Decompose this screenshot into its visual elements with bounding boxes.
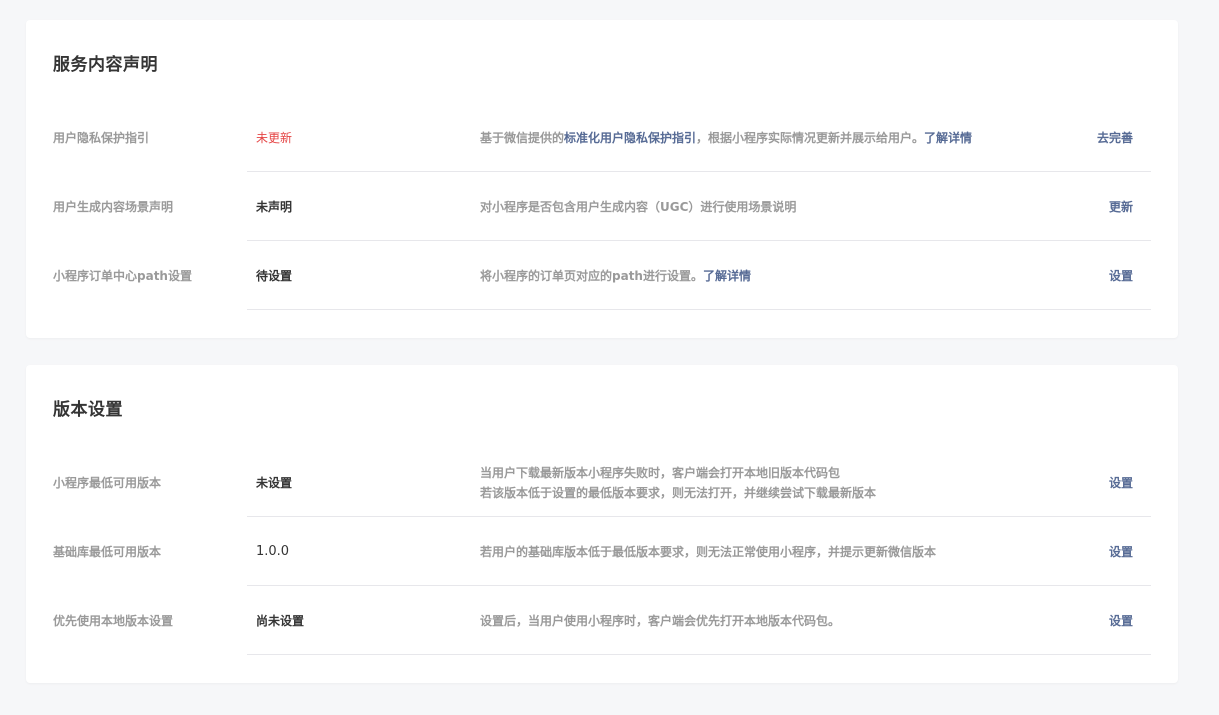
service-content-card: 服务内容声明 用户隐私保护指引 未更新 基于微信提供的标准化用户隐私保护指引，根… [26,20,1178,338]
version-settings-card: 版本设置 小程序最低可用版本 未设置 当用户下载最新版本小程序失败时，客户端会打… [26,365,1178,683]
base-library-set-button[interactable]: 设置 [1109,542,1133,562]
local-version-row: 优先使用本地版本设置 尚未设置 设置后，当用户使用小程序时，客户端会优先打开本地… [26,586,1178,655]
privacy-guide-desc-before: 基于微信提供的 [480,130,565,145]
order-path-set-button[interactable]: 设置 [1109,266,1133,286]
privacy-guide-label: 用户隐私保护指引 [53,130,150,145]
order-path-status: 待设置 [256,268,293,283]
local-version-set-button[interactable]: 设置 [1109,611,1133,631]
privacy-standard-link[interactable]: 标准化用户隐私保护指引 [564,131,696,145]
ugc-declaration-label: 用户生成内容场景声明 [53,199,174,214]
privacy-guide-row: 用户隐私保护指引 未更新 基于微信提供的标准化用户隐私保护指引，根据小程序实际情… [26,103,1178,172]
ugc-declaration-status: 未声明 [256,199,293,214]
ugc-update-button[interactable]: 更新 [1109,197,1133,217]
min-version-desc: 当用户下载最新版本小程序失败时，客户端会打开本地旧版本代码包 若该版本低于设置的… [480,463,876,503]
row-divider [247,309,1151,310]
local-version-label: 优先使用本地版本设置 [53,613,174,628]
order-path-desc-text: 将小程序的订单页对应的path进行设置。 [480,268,703,283]
order-path-learn-more-link[interactable]: 了解详情 [703,269,751,283]
local-version-status: 尚未设置 [256,613,305,628]
service-content-title: 服务内容声明 [53,55,158,75]
privacy-complete-button[interactable]: 去完善 [1097,128,1133,148]
min-version-desc-line2: 若该版本低于设置的最低版本要求，则无法打开，并继续尝试下载最新版本 [480,485,877,500]
privacy-guide-desc-after: ，根据小程序实际情况更新并展示给用户。 [696,130,925,145]
row-divider [247,654,1151,655]
min-version-status: 未设置 [256,475,293,490]
version-settings-title: 版本设置 [53,400,123,420]
local-version-desc: 设置后，当用户使用小程序时，客户端会优先打开本地版本代码包。 [480,613,841,628]
base-library-desc: 若用户的基础库版本低于最低版本要求，则无法正常使用小程序，并提示更新微信版本 [480,544,937,559]
base-library-version: 1.0.0 [256,543,290,559]
min-version-desc-line1: 当用户下载最新版本小程序失败时，客户端会打开本地旧版本代码包 [480,465,841,480]
order-path-row: 小程序订单中心path设置 待设置 将小程序的订单页对应的path进行设置。了解… [26,241,1178,310]
privacy-learn-more-link[interactable]: 了解详情 [924,131,972,145]
min-version-set-button[interactable]: 设置 [1109,473,1133,493]
order-path-desc: 将小程序的订单页对应的path进行设置。了解详情 [480,266,751,286]
base-library-row: 基础库最低可用版本 1.0.0 若用户的基础库版本低于最低版本要求，则无法正常使… [26,517,1178,586]
base-library-label: 基础库最低可用版本 [53,544,162,559]
privacy-guide-status: 未更新 [256,130,293,145]
privacy-guide-desc: 基于微信提供的标准化用户隐私保护指引，根据小程序实际情况更新并展示给用户。了解详… [480,128,972,148]
min-version-label: 小程序最低可用版本 [53,475,162,490]
order-path-label: 小程序订单中心path设置 [53,268,192,283]
ugc-declaration-row: 用户生成内容场景声明 未声明 对小程序是否包含用户生成内容（UGC）进行使用场景… [26,172,1178,241]
min-version-row: 小程序最低可用版本 未设置 当用户下载最新版本小程序失败时，客户端会打开本地旧版… [26,448,1178,517]
ugc-declaration-desc: 对小程序是否包含用户生成内容（UGC）进行使用场景说明 [480,199,797,214]
